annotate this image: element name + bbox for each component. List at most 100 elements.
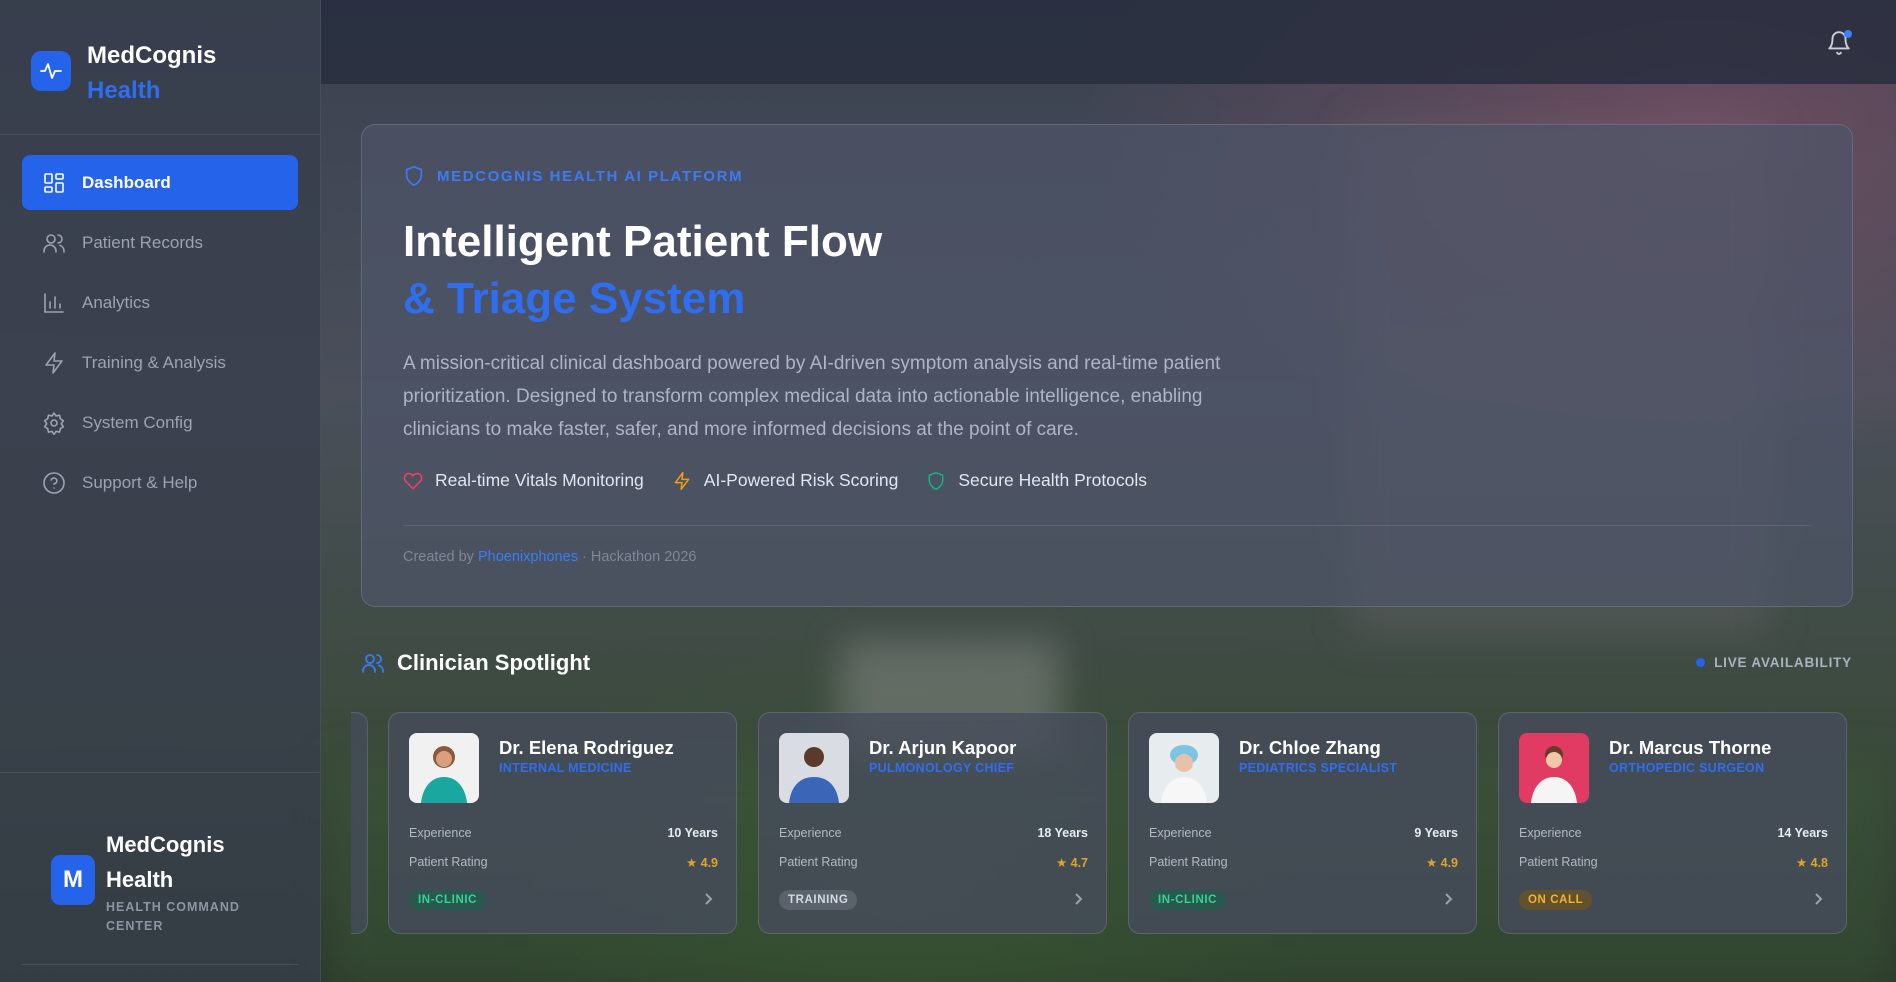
experience-value: 10 Years [667, 826, 718, 840]
sidebar-item-analytics[interactable]: Analytics [22, 275, 298, 330]
spotlight-heading: Clinician Spotlight [361, 650, 590, 676]
heart-icon [403, 472, 423, 490]
divider [403, 525, 1811, 526]
rating-value: ★ 4.8 [1795, 856, 1828, 870]
rating-value: ★ 4.9 [685, 856, 718, 870]
brand-name: MedCognis [87, 42, 217, 69]
sidebar-item-training[interactable]: Training & Analysis [22, 335, 298, 390]
dashboard-icon [44, 172, 64, 193]
sidebar-item-label: System Config [82, 412, 193, 432]
bar-chart-icon [44, 292, 64, 313]
rating-label: Patient Rating [409, 855, 488, 869]
status-badge: IN-CLINIC [409, 890, 487, 910]
sidebar-item-label: Patient Records [82, 232, 203, 252]
clinician-name: Dr. Chloe Zhang [1239, 737, 1381, 758]
shield-icon [928, 471, 944, 490]
hero-card: MEDCOGNIS HEALTH AI PLATFORM Intelligent… [361, 124, 1853, 607]
eyebrow-text: MEDCOGNIS HEALTH AI PLATFORM [437, 167, 744, 185]
feature-list: Real-time Vitals Monitoring AI-Powered R… [403, 470, 1852, 491]
brand[interactable]: MedCognis Health [0, 0, 320, 135]
feature-label: AI-Powered Risk Scoring [703, 470, 899, 490]
live-availability: LIVE AVAILABILITY [1696, 655, 1852, 670]
chevron-right-icon[interactable] [1812, 892, 1824, 906]
clinician-role: ORTHOPEDIC SURGEON [1609, 761, 1765, 775]
users-icon [362, 654, 384, 673]
status-badge: ON CALL [1519, 890, 1593, 910]
spotlight-title: Clinician Spotlight [397, 650, 591, 675]
experience-value: 14 Years [1777, 826, 1828, 840]
rating-label: Patient Rating [779, 855, 858, 869]
clinician-card[interactable]: Dr. Arjun Kapoor PULMONOLOGY CHIEF Exper… [758, 712, 1107, 934]
chevron-right-icon[interactable] [1442, 892, 1454, 906]
feature-item: AI-Powered Risk Scoring [672, 470, 899, 491]
hero-description: A mission-critical clinical dashboard po… [403, 353, 1221, 440]
notification-dot [1844, 30, 1852, 38]
notification-button[interactable] [1826, 30, 1852, 58]
feature-label: Secure Health Protocols [958, 470, 1148, 490]
clinician-name: Dr. Elena Rodriguez [499, 737, 674, 758]
credit-suffix: · Hackathon 2026 [581, 549, 697, 565]
gear-icon [43, 411, 65, 435]
feature-item: Real-time Vitals Monitoring [403, 470, 644, 491]
clinician-name: Dr. Marcus Thorne [1609, 737, 1772, 758]
rating-label: Patient Rating [1519, 855, 1598, 869]
lightning-icon [674, 471, 690, 490]
rating-label: Patient Rating [1149, 855, 1228, 869]
credit-prefix: Created by [403, 549, 474, 565]
avatar[interactable]: M [51, 855, 95, 905]
status-badge: IN-CLINIC [1149, 890, 1227, 910]
feature-item: Secure Health Protocols [926, 470, 1147, 491]
credit-line: Created by Phoenixphones · Hackathon 202… [403, 549, 696, 565]
clinician-role: INTERNAL MEDICINE [499, 761, 632, 775]
experience-label: Experience [1149, 826, 1212, 840]
sidebar-item-label: Dashboard [82, 172, 171, 192]
hero-title: Intelligent Patient Flow [403, 217, 883, 266]
sidebar-item-label: Training & Analysis [82, 352, 226, 372]
clinician-photo [409, 733, 479, 803]
live-label: LIVE AVAILABILITY [1714, 655, 1852, 670]
status-badge: TRAINING [779, 890, 858, 910]
clinician-role: PULMONOLOGY CHIEF [869, 761, 1015, 775]
live-dot [1696, 658, 1706, 667]
shield-icon [405, 166, 423, 186]
sidebar-footer: M MedCognis Health HEALTH COMMAND CENTER [0, 772, 320, 982]
users-icon [43, 233, 65, 253]
pulse-icon [31, 51, 71, 91]
hero-eyebrow: MEDCOGNIS HEALTH AI PLATFORM [403, 165, 1852, 187]
sidebar-nav: Dashboard Patient Records Analytics Trai… [0, 135, 320, 515]
clinician-photo [779, 733, 849, 803]
footer-subtitle: HEALTH COMMAND CENTER [106, 900, 240, 933]
experience-label: Experience [409, 826, 472, 840]
divider [22, 964, 298, 965]
chevron-right-icon[interactable] [702, 892, 714, 906]
credit-link[interactable]: Phoenixphones [478, 549, 578, 565]
brand-accent: Health [87, 77, 161, 104]
main-content: MEDCOGNIS HEALTH AI PLATFORM Intelligent… [321, 0, 1896, 982]
sidebar-item-dashboard[interactable]: Dashboard [22, 155, 298, 210]
clinician-name: Dr. Arjun Kapoor [869, 737, 1017, 758]
sidebar-item-support[interactable]: Support & Help [22, 455, 298, 510]
help-circle-icon [43, 471, 65, 494]
clinician-photo [1519, 733, 1589, 803]
clinician-card-partial[interactable] [351, 712, 368, 934]
feature-label: Real-time Vitals Monitoring [435, 470, 644, 490]
sidebar-item-label: Support & Help [82, 472, 198, 492]
sidebar: MedCognis Health Dashboard Patient Recor… [0, 0, 321, 982]
experience-label: Experience [779, 826, 842, 840]
clinician-photo [1149, 733, 1219, 803]
hero-title-accent: & Triage System [403, 274, 746, 323]
experience-value: 18 Years [1037, 826, 1088, 840]
sidebar-item-system-config[interactable]: System Config [22, 395, 298, 450]
sidebar-item-label: Analytics [82, 292, 151, 312]
clinician-card[interactable]: Dr. Chloe Zhang PEDIATRICS SPECIALIST Ex… [1128, 712, 1477, 934]
footer-name: MedCognis Health [106, 832, 225, 892]
clinician-role: PEDIATRICS SPECIALIST [1239, 761, 1398, 775]
clinician-card[interactable]: Dr. Elena Rodriguez INTERNAL MEDICINE Ex… [388, 712, 737, 934]
rating-value: ★ 4.9 [1425, 856, 1458, 870]
lightning-icon [45, 351, 63, 374]
clinician-card[interactable]: Dr. Marcus Thorne ORTHOPEDIC SURGEON Exp… [1498, 712, 1847, 934]
sidebar-item-patient-records[interactable]: Patient Records [22, 215, 298, 270]
rating-value: ★ 4.7 [1055, 856, 1088, 870]
chevron-right-icon[interactable] [1072, 892, 1084, 906]
experience-value: 9 Years [1414, 826, 1458, 840]
